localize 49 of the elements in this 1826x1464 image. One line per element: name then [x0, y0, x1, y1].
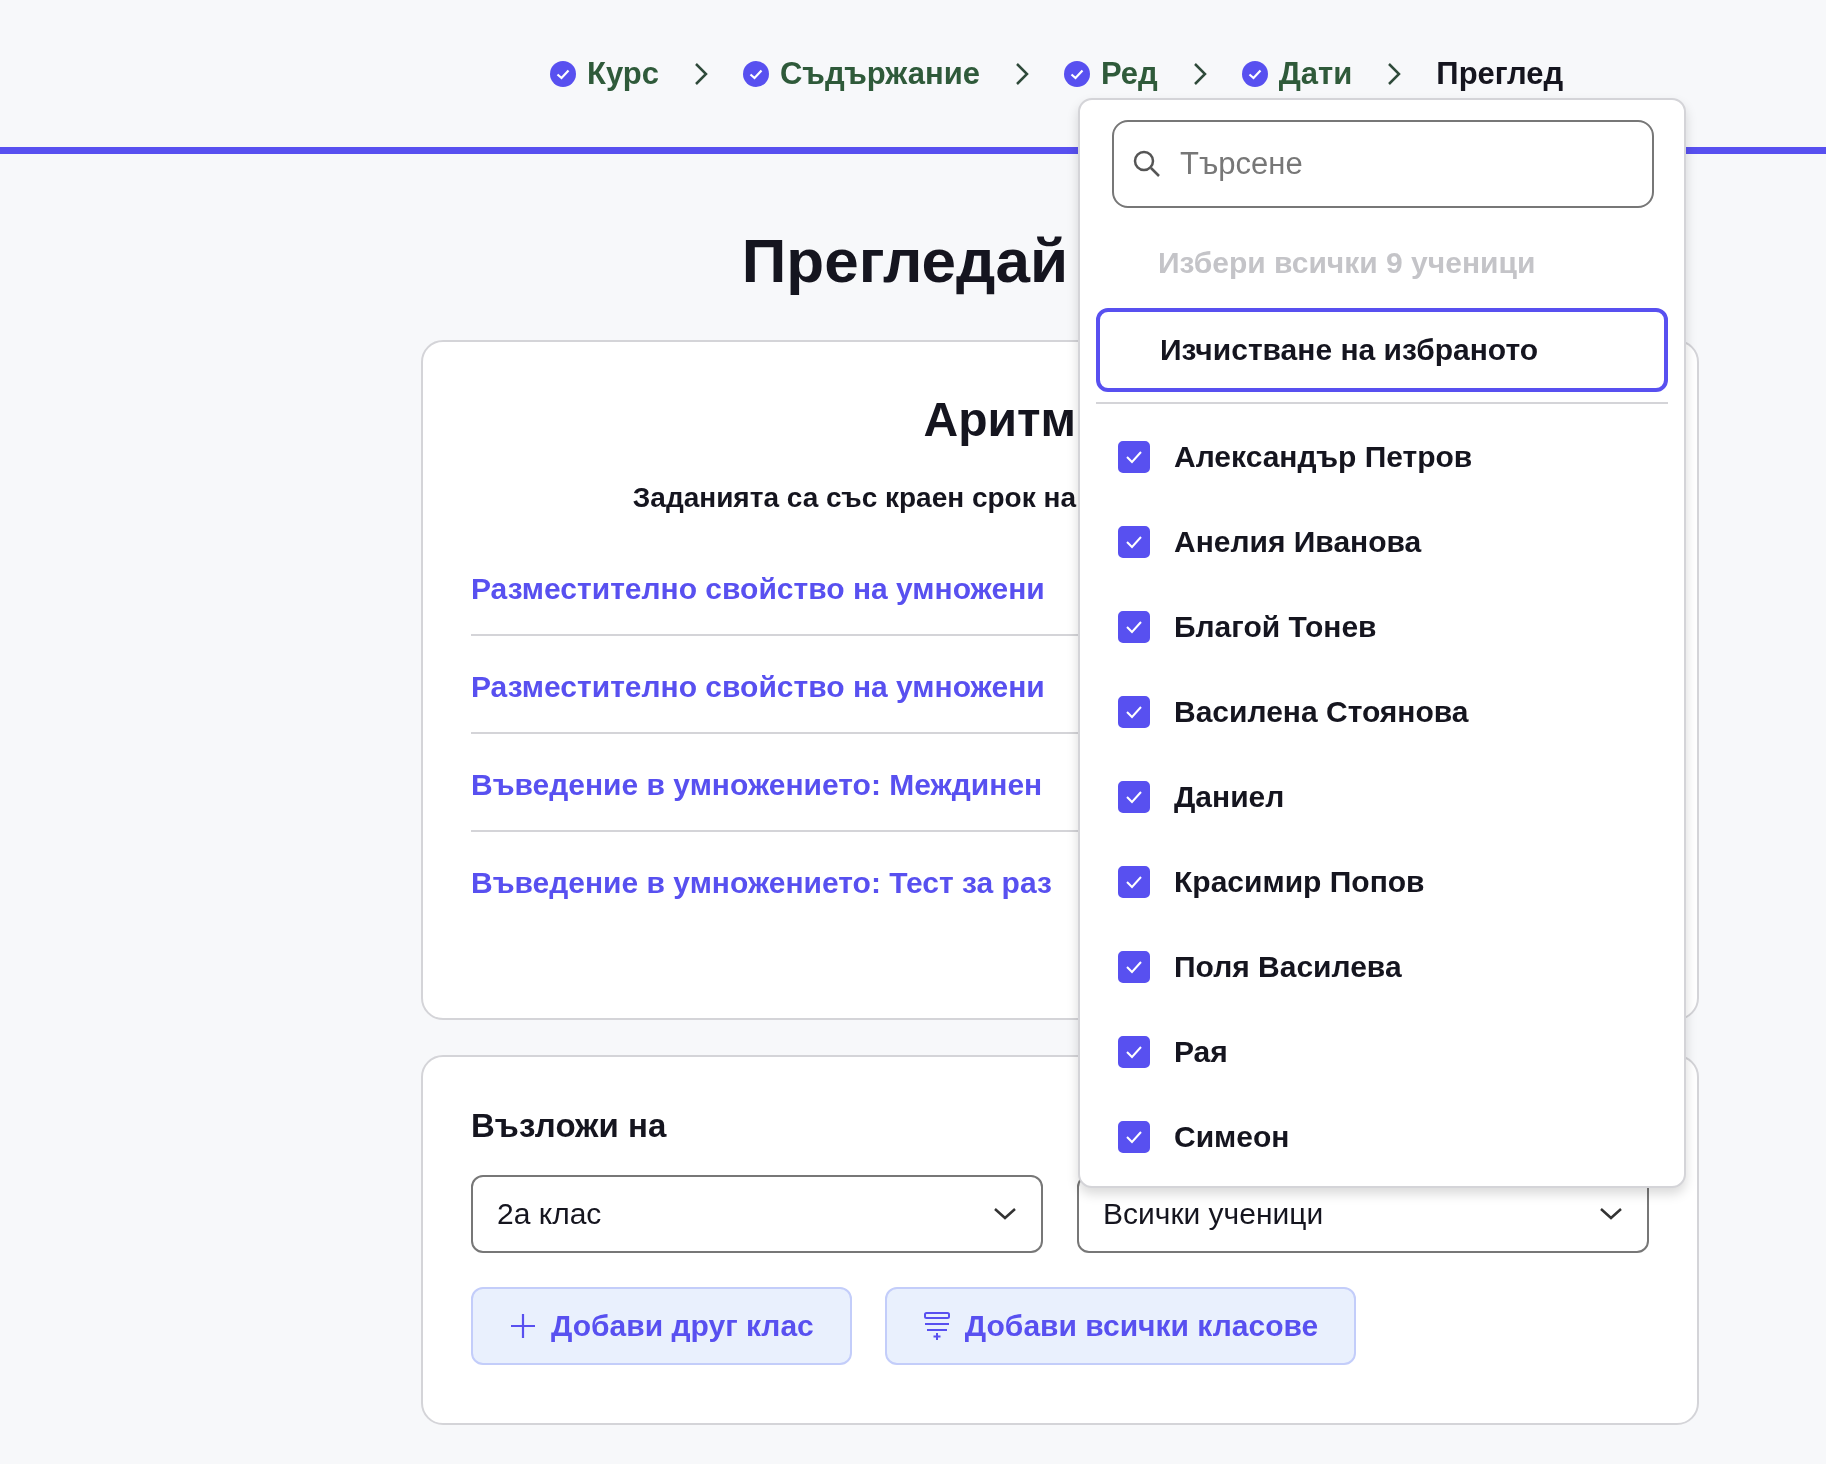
- checkbox[interactable]: [1118, 440, 1150, 473]
- add-class-button[interactable]: Добави всички класове: [884, 1287, 1357, 1365]
- exercise-link[interactable]: Въведение в умножението: Междинен: [471, 768, 1043, 801]
- page-heading: Прегледай: [741, 225, 1069, 297]
- checkbox[interactable]: [1118, 695, 1150, 728]
- check-circle-icon: [550, 60, 576, 87]
- chevron-right-icon: [1191, 60, 1208, 87]
- checkbox[interactable]: [1118, 610, 1150, 643]
- search-icon: [1132, 149, 1162, 179]
- student-name[interactable]: Даниел: [1174, 779, 1285, 814]
- breadcrumb-step[interactable]: Дати: [1241, 55, 1353, 92]
- student-name[interactable]: Симеон: [1174, 1119, 1290, 1154]
- list-add-icon: [922, 1311, 951, 1341]
- checkbox[interactable]: [1118, 1120, 1150, 1153]
- chevron-right-icon: [1013, 60, 1030, 87]
- student-name[interactable]: Красимир Попов: [1174, 864, 1425, 899]
- chevron-down-icon: [1599, 1207, 1623, 1221]
- breadcrumb-step[interactable]: Курс: [550, 55, 659, 92]
- student-name[interactable]: Александър Петров: [1174, 439, 1473, 474]
- check-circle-icon: [1063, 60, 1090, 87]
- chevron-right-icon: [692, 60, 709, 87]
- student-name[interactable]: Рая: [1174, 1034, 1228, 1069]
- chevron-right-icon: [1386, 60, 1403, 87]
- exercise-link[interactable]: Разместително свойство на умножени: [471, 572, 1045, 605]
- assign-label: Възложи на: [471, 1107, 667, 1145]
- plus-icon: [509, 1312, 537, 1340]
- assignment-title: Аритм: [922, 392, 1076, 448]
- student-name[interactable]: Анелия Иванова: [1174, 524, 1422, 559]
- add-class-button[interactable]: Добави друг клас: [471, 1287, 852, 1365]
- breadcrumb-step[interactable]: Съдържание: [742, 55, 980, 92]
- breadcrumb-step[interactable]: Преглед: [1436, 55, 1564, 92]
- student-name[interactable]: Поля Василева: [1174, 949, 1402, 984]
- checkbox[interactable]: [1118, 865, 1150, 898]
- clear-selection-button[interactable]: Изчистване на избраното: [1096, 308, 1668, 392]
- check-circle-icon: [1241, 60, 1268, 87]
- exercise-link[interactable]: Въведение в умножението: Тест за раз: [471, 866, 1052, 899]
- check-circle-icon: [742, 60, 769, 87]
- due-date-text: Заданията са със краен срок на: [631, 482, 1076, 514]
- class-select[interactable]: 2а клас: [471, 1175, 1043, 1253]
- student-name[interactable]: Благой Тонев: [1174, 609, 1377, 644]
- checkbox[interactable]: [1118, 950, 1150, 983]
- breadcrumb-step[interactable]: Ред: [1063, 55, 1158, 92]
- chevron-down-icon: [993, 1207, 1017, 1221]
- checkbox[interactable]: [1118, 780, 1150, 813]
- checkbox[interactable]: [1118, 1035, 1150, 1068]
- student-name[interactable]: Василена Стоянова: [1174, 694, 1469, 729]
- checkbox[interactable]: [1118, 525, 1150, 558]
- exercise-link[interactable]: Разместително свойство на умножени: [471, 670, 1045, 703]
- search-field[interactable]: Търсене: [1112, 120, 1654, 208]
